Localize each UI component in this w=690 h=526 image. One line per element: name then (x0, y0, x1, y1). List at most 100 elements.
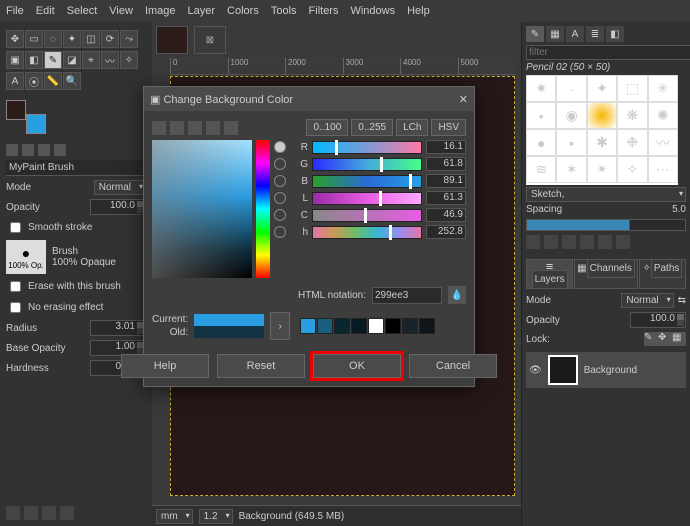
radius-input[interactable]: 3.01 (90, 320, 146, 336)
picker-gimp-icon[interactable] (152, 121, 166, 135)
mode-switch-icon[interactable]: ⇆ (678, 295, 686, 306)
tool-zoom[interactable]: 🔍 (63, 72, 81, 90)
sv-gradient[interactable] (152, 140, 252, 278)
recent-swatch[interactable] (300, 318, 316, 334)
menu-windows[interactable]: Windows (350, 5, 395, 17)
brush-filter-input[interactable] (526, 45, 690, 60)
delete-preset-icon[interactable] (42, 506, 56, 520)
units-dropdown[interactable]: mm (156, 509, 193, 524)
help-button[interactable]: Help (121, 354, 209, 378)
menu-help[interactable]: Help (407, 5, 430, 17)
channel-radio-G[interactable] (274, 158, 286, 170)
picker-palette-icon[interactable] (224, 121, 238, 135)
brush-category-dropdown[interactable]: Sketch, (526, 187, 686, 202)
recent-swatch[interactable] (368, 318, 384, 334)
hue-strip[interactable] (256, 140, 270, 278)
recent-swatch[interactable] (334, 318, 350, 334)
channel-slider-h[interactable] (312, 226, 422, 239)
picker-watercolor-icon[interactable] (188, 121, 202, 135)
edit-brush-icon[interactable] (526, 235, 540, 249)
menu-colors[interactable]: Colors (227, 5, 259, 17)
menu-filters[interactable]: Filters (309, 5, 339, 17)
tool-eraser[interactable]: ◪ (63, 51, 81, 69)
layer-mode-dropdown[interactable]: Normal (621, 293, 673, 308)
reset-button[interactable]: Reset (217, 354, 305, 378)
swap-color-icon[interactable]: › (270, 312, 290, 340)
close-icon[interactable]: ✕ (459, 93, 468, 106)
channel-radio-R[interactable] (274, 141, 286, 153)
channel-slider-C[interactable] (312, 209, 422, 222)
refresh-brush-icon[interactable] (598, 235, 612, 249)
channel-value-R[interactable]: 16.1 (426, 140, 466, 154)
image-tab[interactable] (156, 26, 188, 54)
model-hsv-button[interactable]: HSV (431, 119, 466, 136)
layer-row[interactable]: 👁 Background (526, 352, 686, 388)
tool-text[interactable]: A (6, 72, 24, 90)
tab-paths[interactable]: ✧Paths (639, 259, 686, 289)
channel-radio-C[interactable] (274, 209, 286, 221)
reset-preset-icon[interactable] (60, 506, 74, 520)
tab-layers[interactable]: ≣ Layers (526, 259, 573, 289)
brush-preview[interactable]: ● 100% Op. (6, 240, 46, 274)
dock-tab-fonts-icon[interactable]: A (566, 26, 584, 42)
channel-value-C[interactable]: 46.9 (426, 208, 466, 222)
range-0-100-button[interactable]: 0..100 (306, 119, 348, 136)
opacity-input[interactable]: 100.0 (90, 199, 146, 215)
tab-tool-options-icon[interactable] (6, 144, 18, 156)
tool-rect-select[interactable]: ▭ (25, 30, 43, 48)
dock-tab-brushes-icon[interactable]: ✎ (526, 26, 544, 42)
new-brush-icon[interactable] (544, 235, 558, 249)
range-0-255-button[interactable]: 0..255 (351, 119, 393, 136)
duplicate-brush-icon[interactable] (562, 235, 576, 249)
tool-smudge[interactable]: 〰 (101, 51, 119, 69)
tool-clone[interactable]: ⌖ (82, 51, 100, 69)
layer-name[interactable]: Background (584, 365, 637, 376)
html-notation-input[interactable] (372, 287, 442, 304)
picker-cmyk-icon[interactable] (170, 121, 184, 135)
tool-free-select[interactable]: ◌ (44, 30, 62, 48)
restore-preset-icon[interactable] (24, 506, 38, 520)
channel-radio-h[interactable] (274, 226, 286, 238)
tool-move[interactable]: ✥ (6, 30, 24, 48)
menu-view[interactable]: View (109, 5, 133, 17)
tool-fuzzy[interactable]: ✦ (63, 30, 81, 48)
channel-value-h[interactable]: 252.8 (426, 225, 466, 239)
tab-images-icon[interactable] (38, 144, 50, 156)
recent-swatch[interactable] (385, 318, 401, 334)
close-tab-icon[interactable]: ⊠ (194, 26, 226, 54)
no-erasing-checkbox[interactable] (10, 302, 21, 313)
tool-picker[interactable]: ⦿ (25, 72, 43, 90)
menu-tools[interactable]: Tools (271, 5, 297, 17)
recent-swatch[interactable] (351, 318, 367, 334)
tool-bucket[interactable]: ▣ (6, 51, 24, 69)
recent-swatch[interactable] (402, 318, 418, 334)
lock-pixels-icon[interactable]: ✎ (644, 332, 658, 346)
layer-opacity-input[interactable]: 100.0 (630, 312, 686, 328)
menu-layer[interactable]: Layer (188, 5, 216, 17)
tab-undo-icon[interactable] (54, 144, 66, 156)
dock-tab-history-icon[interactable]: ≣ (586, 26, 604, 42)
fg-bg-colors[interactable] (6, 100, 46, 134)
ok-button[interactable]: OK (313, 354, 401, 378)
dock-tab-paint-icon[interactable]: ◧ (606, 26, 624, 42)
save-preset-icon[interactable] (6, 506, 20, 520)
menu-select[interactable]: Select (67, 5, 98, 17)
model-lch-button[interactable]: LCh (396, 119, 428, 136)
recent-swatch[interactable] (419, 318, 435, 334)
dock-tab-patterns-icon[interactable]: ▦ (546, 26, 564, 42)
delete-brush-icon[interactable] (580, 235, 594, 249)
channel-slider-B[interactable] (312, 175, 422, 188)
tool-path[interactable]: ✧ (120, 51, 138, 69)
tool-warp[interactable]: ⤳ (120, 30, 138, 48)
background-swatch[interactable] (26, 114, 46, 134)
erase-checkbox[interactable] (10, 281, 21, 292)
channel-value-B[interactable]: 89.1 (426, 174, 466, 188)
tool-mypaint-brush[interactable]: ✎ (44, 51, 62, 69)
open-as-image-icon[interactable] (616, 235, 630, 249)
channel-radio-L[interactable] (274, 192, 286, 204)
channel-slider-G[interactable] (312, 158, 422, 171)
menu-file[interactable]: File (6, 5, 24, 17)
brush-grid[interactable]: ✷·✦⬚✳ •◉❋✺ ●▪✱❉〰 ≋✶✴✧⋯ (526, 75, 678, 185)
tool-rotate[interactable]: ⟳ (101, 30, 119, 48)
picker-wheel-icon[interactable] (206, 121, 220, 135)
